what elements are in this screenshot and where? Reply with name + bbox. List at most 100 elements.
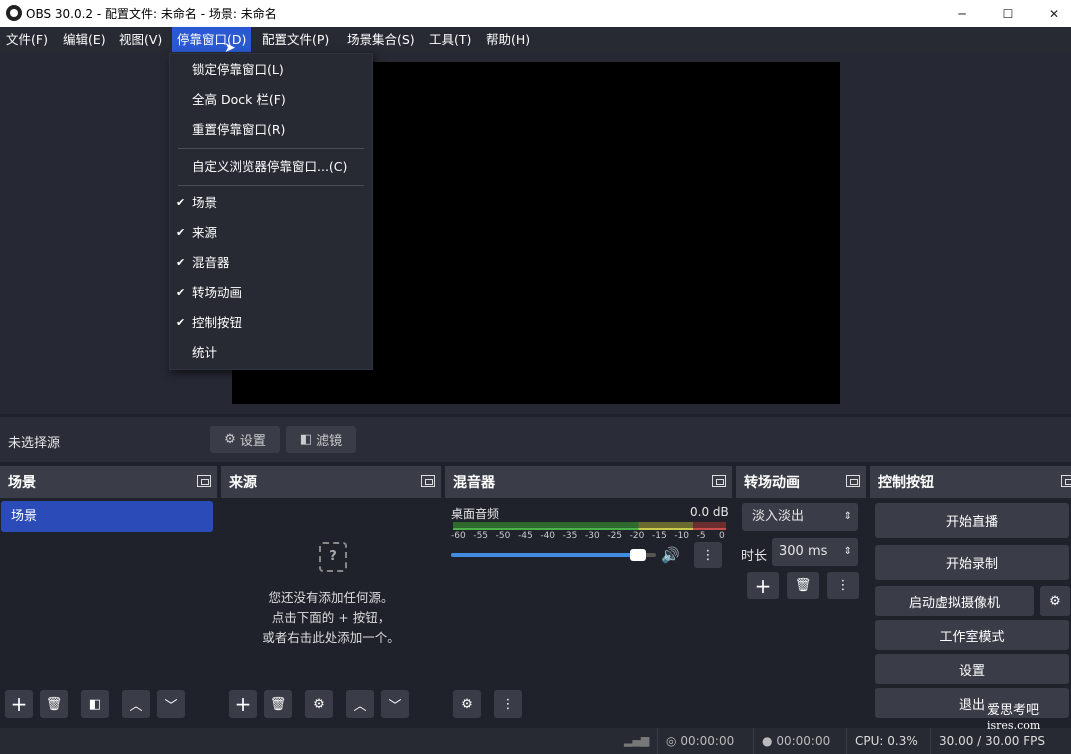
- studio-mode-button[interactable]: 工作室模式: [875, 620, 1069, 650]
- volume-fill: [451, 553, 638, 557]
- move-scene-up-button[interactable]: ︿: [122, 690, 150, 718]
- undock-icon[interactable]: [421, 475, 435, 487]
- title-bar: OBS 30.0.2 - 配置文件: 未命名 - 场景: 未命名 ─ ☐ ✕: [0, 0, 1071, 27]
- remove-source-button[interactable]: 🗑: [264, 690, 292, 718]
- volume-slider[interactable]: [451, 549, 656, 561]
- volume-handle[interactable]: [629, 549, 646, 561]
- transitions-dock: 转场动画 淡入淡出 ⇕ 时长 300 ms ⇕ + 🗑 ⋮: [736, 466, 866, 723]
- start-virtual-camera-button[interactable]: 启动虚拟摄像机: [875, 586, 1034, 616]
- menu-edit[interactable]: 编辑(E): [58, 27, 111, 52]
- full-height-docks-item[interactable]: 全高 Dock 栏(F): [170, 85, 372, 115]
- advanced-audio-button[interactable]: ⚙: [453, 690, 481, 718]
- custom-browser-docks-item[interactable]: 自定义浏览器停靠窗口...(C): [170, 152, 372, 182]
- menu-item-label: 控制按钮: [192, 315, 243, 330]
- scenes-title: 场景: [8, 475, 36, 491]
- transitions-body: 淡入淡出 ⇕ 时长 300 ms ⇕ + 🗑 ⋮: [736, 498, 866, 723]
- remove-transition-button[interactable]: 🗑: [787, 572, 819, 599]
- mixer-dock-item[interactable]: ✔ 混音器: [170, 248, 372, 278]
- gear-icon: ⚙: [224, 432, 236, 447]
- minimize-button[interactable]: ─: [939, 0, 985, 27]
- no-source-label: 未选择源: [8, 436, 61, 451]
- stats-dock-item[interactable]: 统计: [170, 338, 372, 368]
- audio-meter-peak: [453, 528, 726, 530]
- speaker-icon[interactable]: 🔊: [661, 546, 680, 564]
- meter-tick-label: -20: [629, 531, 645, 541]
- meter-tick-label: 0: [719, 531, 725, 541]
- controls-dock-item[interactable]: ✔ 控制按钮: [170, 308, 372, 338]
- undock-icon[interactable]: [1061, 475, 1071, 487]
- move-scene-down-button[interactable]: ﹀: [157, 690, 185, 718]
- settings-button[interactable]: 设置: [875, 654, 1069, 684]
- meter-tick-label: -5: [696, 531, 706, 541]
- check-icon: ✔: [176, 256, 186, 269]
- transitions-dock-item[interactable]: ✔ 转场动画: [170, 278, 372, 308]
- duration-input[interactable]: 300 ms ⇕: [772, 538, 858, 566]
- menu-view[interactable]: 视图(V): [114, 27, 167, 52]
- sources-dock-title: 来源: [221, 466, 441, 498]
- more-vertical-icon: ⋮: [701, 547, 715, 563]
- undock-icon[interactable]: [846, 475, 860, 487]
- more-vertical-icon: ⋮: [836, 578, 850, 593]
- audio-level: 0.0 dB: [690, 505, 729, 519]
- spin-icon[interactable]: ⇕: [844, 538, 852, 566]
- chevron-up-icon: ︿: [129, 698, 143, 714]
- meter-scale: -60 -55 -50 -45 -40 -35 -30 -25 -20 -15 -10 -5 0: [451, 531, 728, 543]
- menu-docks[interactable]: 停靠窗口(D): [172, 27, 252, 52]
- watermark-url: isres.com: [987, 719, 1041, 732]
- empty-line: 点击下面的 + 按钮，: [271, 610, 391, 625]
- menu-tools[interactable]: 工具(T): [424, 27, 476, 52]
- check-icon: ✔: [176, 226, 186, 239]
- plus-icon: +: [754, 573, 772, 598]
- add-transition-button[interactable]: +: [747, 572, 779, 599]
- transition-properties-button[interactable]: ⋮: [827, 572, 859, 599]
- trash-icon: 🗑: [269, 696, 287, 712]
- question-icon: ?: [319, 542, 347, 572]
- menu-profile[interactable]: 配置文件(P): [257, 27, 334, 52]
- undock-icon[interactable]: [197, 475, 211, 487]
- sources-list[interactable]: ? 您还没有添加任何源。 点击下面的 + 按钮， 或者右击此处添加一个。 + 🗑…: [221, 498, 441, 723]
- audio-channel-menu-button[interactable]: ⋮: [694, 542, 722, 568]
- remove-scene-button[interactable]: 🗑: [40, 690, 68, 718]
- menu-help[interactable]: 帮助(H): [481, 27, 535, 52]
- menu-item-label: 重置停靠窗口(R): [192, 122, 286, 137]
- status-bar: ▂▄▆ ◎ 00:00:00 ● 00:00:00 CPU: 0.3% 30.0…: [0, 728, 1071, 754]
- virtual-camera-settings-button[interactable]: ⚙: [1040, 586, 1070, 616]
- obs-logo-icon: [6, 5, 22, 21]
- add-source-button[interactable]: +: [229, 690, 257, 718]
- empty-line: 或者右击此处添加一个。: [262, 630, 400, 645]
- source-settings-button[interactable]: ⚙ 设置: [210, 426, 280, 453]
- undock-icon[interactable]: [712, 475, 726, 487]
- scene-filters-button[interactable]: ◧: [81, 690, 109, 718]
- chevron-up-icon: ︿: [353, 698, 367, 714]
- plus-icon: +: [10, 692, 28, 716]
- stream-icon: ◎: [666, 734, 677, 748]
- close-button[interactable]: ✕: [1031, 0, 1071, 27]
- sources-dock-item[interactable]: ✔ 来源: [170, 218, 372, 248]
- mixer-menu-button[interactable]: ⋮: [494, 690, 522, 718]
- source-filters-button[interactable]: ◧ 滤镜: [286, 426, 356, 453]
- menu-scene-collection[interactable]: 场景集合(S): [342, 27, 420, 52]
- sources-title: 来源: [229, 475, 257, 491]
- transition-select[interactable]: 淡入淡出 ⇕: [742, 503, 858, 531]
- lock-docks-item[interactable]: 锁定停靠窗口(L): [170, 55, 372, 85]
- move-source-up-button[interactable]: ︿: [346, 690, 374, 718]
- scene-item[interactable]: 场景: [1, 501, 213, 532]
- start-recording-button[interactable]: 开始录制: [875, 545, 1069, 580]
- menu-item-label: 锁定停靠窗口(L): [192, 62, 284, 77]
- scenes-list: 场景 + 🗑 ◧ ︿ ﹀: [0, 498, 217, 723]
- reset-docks-item[interactable]: 重置停靠窗口(R): [170, 115, 372, 145]
- signal-bars-icon: ▂▄▆: [624, 734, 650, 747]
- scenes-dock-item[interactable]: ✔ 场景: [170, 188, 372, 218]
- meter-tick-label: -60: [451, 531, 466, 541]
- meter-tick-label: -30: [585, 531, 600, 541]
- start-streaming-button[interactable]: 开始直播: [875, 503, 1069, 538]
- mixer-title: 混音器: [453, 475, 495, 491]
- maximize-button[interactable]: ☐: [985, 0, 1031, 27]
- source-properties-button[interactable]: ⚙: [305, 690, 333, 718]
- menu-separator: [178, 185, 364, 186]
- menu-separator: [178, 148, 364, 149]
- move-source-down-button[interactable]: ﹀: [381, 690, 409, 718]
- add-scene-button[interactable]: +: [5, 690, 33, 718]
- more-vertical-icon: ⋮: [501, 696, 515, 712]
- menu-file[interactable]: 文件(F): [1, 27, 53, 52]
